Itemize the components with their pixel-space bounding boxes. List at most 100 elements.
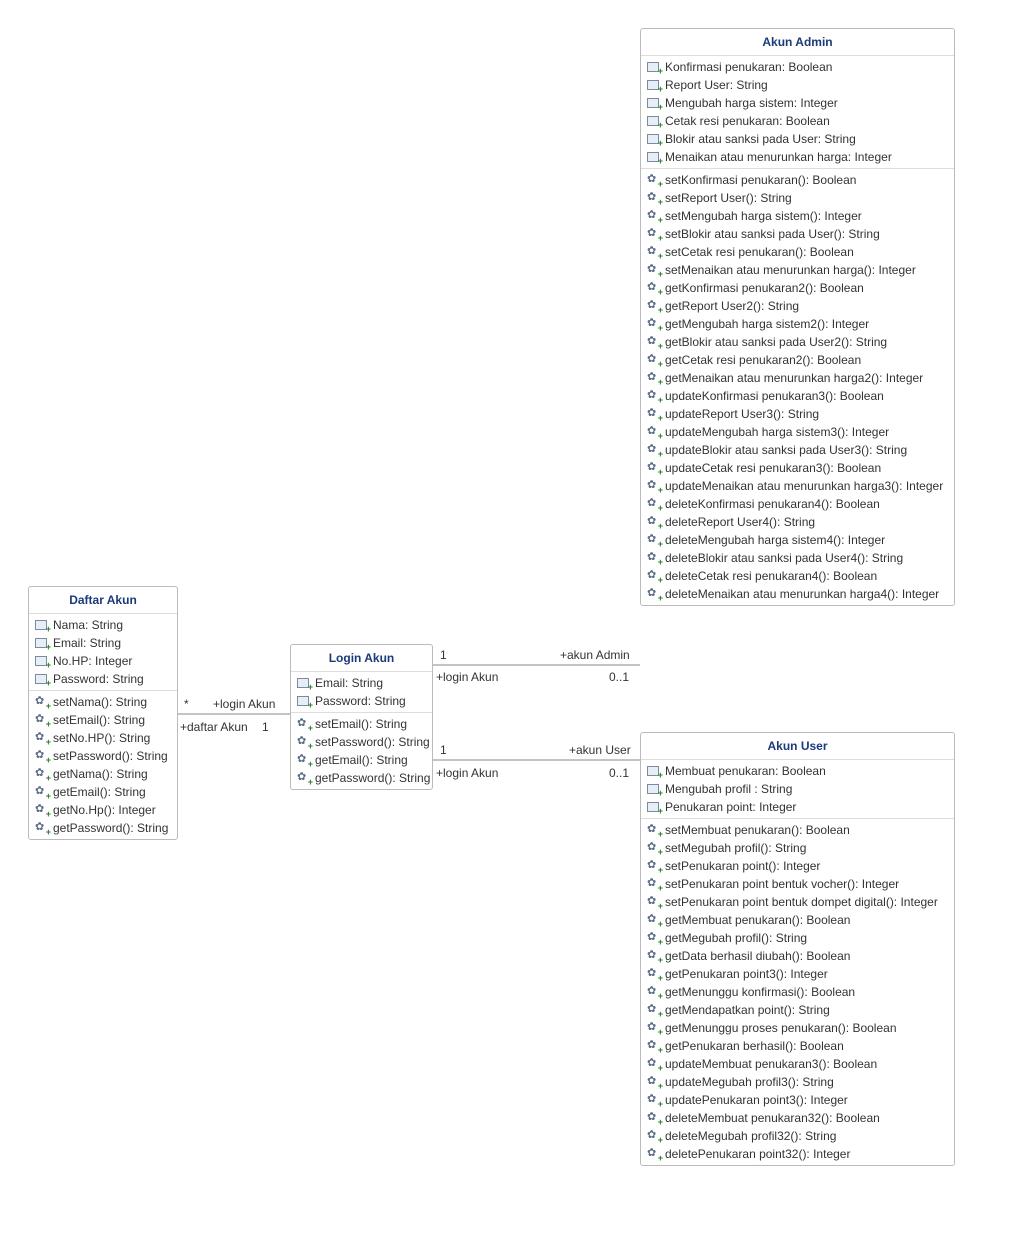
- operation-row: getData berhasil diubah(): Boolean: [641, 947, 954, 965]
- operation-row: setBlokir atau sanksi pada User(): Strin…: [641, 225, 954, 243]
- class-akun-user[interactable]: Akun User Membuat penukaran: BooleanMeng…: [640, 732, 955, 1166]
- operation-row: updateBlokir atau sanksi pada User3(): S…: [641, 441, 954, 459]
- attribute-row: No.HP: Integer: [29, 652, 177, 670]
- multiplicity-label: 1: [262, 720, 269, 734]
- operation-row: setPenukaran point bentuk vocher(): Inte…: [641, 875, 954, 893]
- operation-icon: [297, 754, 311, 766]
- row-text: setEmail(): String: [53, 713, 145, 727]
- operation-icon: [647, 408, 661, 420]
- operations-section: setKonfirmasi penukaran(): Boolean setRep…: [641, 169, 954, 605]
- row-text: setReport User(): String: [665, 191, 792, 205]
- class-title: Daftar Akun: [29, 587, 177, 614]
- operations-section: setMembuat penukaran(): BooleansetMeguba…: [641, 819, 954, 1165]
- operation-icon: [647, 372, 661, 384]
- operation-row: setMembuat penukaran(): Boolean: [641, 821, 954, 839]
- operation-icon: [647, 932, 661, 944]
- operation-icon: [647, 228, 661, 240]
- row-text: getMegubah profil(): String: [665, 931, 807, 945]
- attribute-icon: [647, 61, 661, 73]
- row-text: updateMegubah profil3(): String: [665, 1075, 834, 1089]
- operation-row: setMenaikan atau menurunkan harga(): Int…: [641, 261, 954, 279]
- operation-row: updateKonfirmasi penukaran3(): Boolean: [641, 387, 954, 405]
- row-text: setKonfirmasi penukaran(): Boolean: [665, 173, 856, 187]
- operation-row: deleteMengubah harga sistem4(): Integer: [641, 531, 954, 549]
- row-text: Password: String: [315, 694, 406, 708]
- row-text: Blokir atau sanksi pada User: String: [665, 132, 856, 146]
- operation-icon: [647, 1130, 661, 1142]
- operation-row: setMengubah harga sistem(): Integer: [641, 207, 954, 225]
- attribute-row: Password: String: [291, 692, 432, 710]
- operation-row: setKonfirmasi penukaran(): Boolean: [641, 171, 954, 189]
- operation-row: getCetak resi penukaran2(): Boolean: [641, 351, 954, 369]
- operation-icon: [35, 714, 49, 726]
- row-text: No.HP: Integer: [53, 654, 132, 668]
- operation-row: setPassword(): String: [291, 733, 432, 751]
- row-text: setNo.HP(): String: [53, 731, 150, 745]
- operation-icon: [647, 462, 661, 474]
- class-title: Akun Admin: [641, 29, 954, 56]
- multiplicity-label: 0..1: [609, 766, 629, 780]
- operation-icon: [35, 732, 49, 744]
- operation-icon: [647, 896, 661, 908]
- operation-icon: [647, 390, 661, 402]
- row-text: updateKonfirmasi penukaran3(): Boolean: [665, 389, 884, 403]
- operation-row: deleteCetak resi penukaran4(): Boolean: [641, 567, 954, 585]
- operation-icon: [647, 282, 661, 294]
- attribute-icon: [647, 97, 661, 109]
- row-text: deletePenukaran point32(): Integer: [665, 1147, 850, 1161]
- row-text: getBlokir atau sanksi pada User2(): Stri…: [665, 335, 887, 349]
- row-text: Email: String: [315, 676, 383, 690]
- operations-section: setNama(): StringsetEmail(): StringsetNo…: [29, 691, 177, 839]
- operation-row: deleteMembuat penukaran32(): Boolean: [641, 1109, 954, 1127]
- operation-icon: [647, 354, 661, 366]
- operation-row: getPassword(): String: [291, 769, 432, 787]
- row-text: deleteMengubah harga sistem4(): Integer: [665, 533, 885, 547]
- operation-icon: [647, 950, 661, 962]
- attributes-section: Email: String Password: String: [291, 672, 432, 713]
- attribute-icon: [647, 801, 661, 813]
- row-text: getNama(): String: [53, 767, 148, 781]
- attribute-icon: [35, 673, 49, 685]
- row-text: setCetak resi penukaran(): Boolean: [665, 245, 854, 259]
- operation-icon: [647, 824, 661, 836]
- operation-icon: [647, 878, 661, 890]
- row-text: Nama: String: [53, 618, 123, 632]
- operation-icon: [647, 1022, 661, 1034]
- multiplicity-label: 1: [440, 648, 447, 662]
- row-text: getMenunggu konfirmasi(): Boolean: [665, 985, 855, 999]
- attribute-row: Menaikan atau menurunkan harga: Integer: [641, 148, 954, 166]
- row-text: Password: String: [53, 672, 144, 686]
- class-akun-admin[interactable]: Akun Admin Konfirmasi penukaran: Boolean…: [640, 28, 955, 606]
- class-daftar-akun[interactable]: Daftar Akun Nama: String Email: String No.…: [28, 586, 178, 840]
- role-label: +akun User: [569, 743, 631, 757]
- operation-row: getMegubah profil(): String: [641, 929, 954, 947]
- attribute-row: Membuat penukaran: Boolean: [641, 762, 954, 780]
- operation-icon: [647, 570, 661, 582]
- operations-section: setEmail(): StringsetPassword(): Stringg…: [291, 713, 432, 789]
- operation-row: getMembuat penukaran(): Boolean: [641, 911, 954, 929]
- attribute-row: Penukaran point: Integer: [641, 798, 954, 816]
- attribute-icon: [647, 765, 661, 777]
- operation-row: setCetak resi penukaran(): Boolean: [641, 243, 954, 261]
- multiplicity-label: *: [184, 697, 189, 711]
- operation-icon: [647, 318, 661, 330]
- attribute-row: Email: String: [29, 634, 177, 652]
- row-text: Email: String: [53, 636, 121, 650]
- operation-icon: [647, 1040, 661, 1052]
- operation-icon: [35, 822, 49, 834]
- operation-icon: [647, 174, 661, 186]
- attribute-icon: [647, 151, 661, 163]
- row-text: getMengubah harga sistem2(): Integer: [665, 317, 869, 331]
- row-text: deleteCetak resi penukaran4(): Boolean: [665, 569, 877, 583]
- class-login-akun[interactable]: Login Akun Email: StringPassword: String…: [290, 644, 433, 790]
- row-text: setPenukaran point(): Integer: [665, 859, 820, 873]
- role-label: +daftar Akun: [180, 720, 248, 734]
- operation-icon: [35, 696, 49, 708]
- role-label: +login Akun: [436, 766, 498, 780]
- row-text: getMendapatkan point(): String: [665, 1003, 830, 1017]
- attribute-row: Konfirmasi penukaran: Boolean: [641, 58, 954, 76]
- row-text: updateMenaikan atau menurunkan harga3():…: [665, 479, 943, 493]
- row-text: getData berhasil diubah(): Boolean: [665, 949, 850, 963]
- operation-row: setMegubah profil(): String: [641, 839, 954, 857]
- row-text: getMembuat penukaran(): Boolean: [665, 913, 850, 927]
